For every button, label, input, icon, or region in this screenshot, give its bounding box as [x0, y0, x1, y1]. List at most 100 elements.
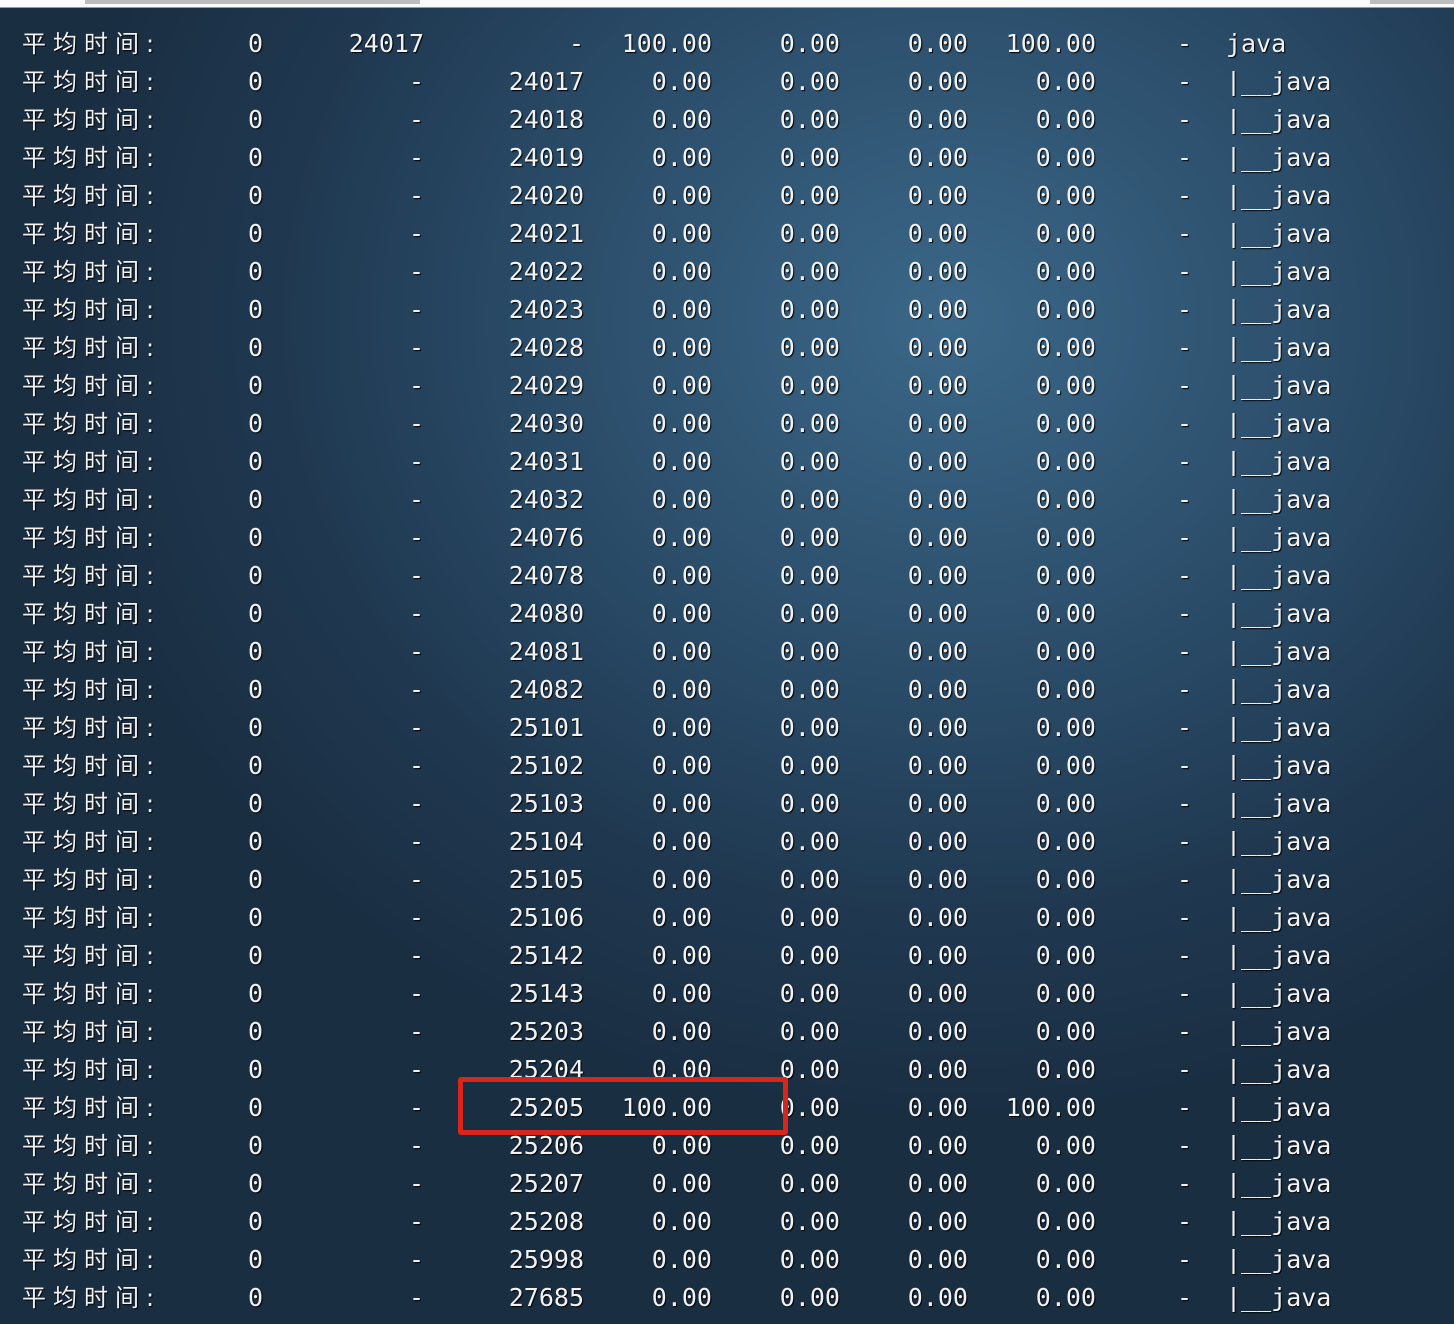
uid-cell: 0: [247, 67, 263, 96]
guest-pct-cell: 0.00: [907, 219, 968, 248]
guest-pct-cell: 0.00: [907, 751, 968, 780]
tid-cell: 25103: [508, 789, 584, 818]
cpu-cell: -: [1176, 523, 1192, 552]
guest-pct-cell: 0.00: [907, 371, 968, 400]
table-row: 平均时间: 0 - 25105 0.00 0.00 0.00 0.00 - |__java: [0, 861, 1454, 899]
tgid-cell: -: [408, 1169, 424, 1198]
tgid-cell: -: [408, 903, 424, 932]
system-pct-cell: 0.00: [779, 713, 840, 742]
time-label-cell: 平均时间:: [22, 752, 162, 780]
usr-pct-cell: 0.00: [651, 1283, 712, 1312]
usr-pct-cell: 0.00: [651, 979, 712, 1008]
command-cell: |__java: [1226, 1093, 1332, 1122]
command-cell: |__java: [1226, 599, 1332, 628]
tgid-cell: -: [408, 865, 424, 894]
uid-cell: 0: [247, 1093, 263, 1122]
table-row: 平均时间: 0 - 24029 0.00 0.00 0.00 0.00 - |__java: [0, 367, 1454, 405]
cpu-cell: -: [1176, 371, 1192, 400]
time-label-cell: 平均时间:: [22, 68, 162, 96]
cpu-cell: -: [1176, 295, 1192, 324]
tgid-cell: -: [408, 789, 424, 818]
time-label-cell: 平均时间:: [22, 372, 162, 400]
tid-cell: 25203: [508, 1017, 584, 1046]
tgid-cell: -: [408, 523, 424, 552]
system-pct-cell: 0.00: [779, 1131, 840, 1160]
command-cell: |__java: [1226, 447, 1332, 476]
table-row: 平均时间: 0 - 24032 0.00 0.00 0.00 0.00 - |__java: [0, 481, 1454, 519]
time-label-cell: 平均时间:: [22, 106, 162, 134]
tid-cell: 25105: [508, 865, 584, 894]
cpu-cell: -: [1176, 219, 1192, 248]
tid-cell: 24021: [508, 219, 584, 248]
uid-cell: 0: [247, 485, 263, 514]
cpu-pct-cell: 0.00: [1035, 409, 1096, 438]
usr-pct-cell: 0.00: [651, 865, 712, 894]
cpu-cell: -: [1176, 333, 1192, 362]
table-row: 平均时间: 0 - 24021 0.00 0.00 0.00 0.00 - |__java: [0, 215, 1454, 253]
system-pct-cell: 0.00: [779, 257, 840, 286]
time-label-cell: 平均时间:: [22, 524, 162, 552]
usr-pct-cell: 0.00: [651, 333, 712, 362]
tgid-cell: -: [408, 713, 424, 742]
time-label-cell: 平均时间:: [22, 296, 162, 324]
uid-cell: 0: [247, 979, 263, 1008]
guest-pct-cell: 0.00: [907, 1093, 968, 1122]
tid-cell: 24082: [508, 675, 584, 704]
uid-cell: 0: [247, 1207, 263, 1236]
time-label-cell: 平均时间:: [22, 638, 162, 666]
table-row: 平均时间: 0 - 25101 0.00 0.00 0.00 0.00 - |__java: [0, 709, 1454, 747]
tgid-cell: -: [408, 181, 424, 210]
tab-strip-segment: [85, 0, 420, 4]
cpu-pct-cell: 0.00: [1035, 561, 1096, 590]
cpu-pct-cell: 0.00: [1035, 1055, 1096, 1084]
cpu-pct-cell: 0.00: [1035, 675, 1096, 704]
time-label-cell: 平均时间:: [22, 828, 162, 856]
tgid-cell: -: [408, 485, 424, 514]
guest-pct-cell: 0.00: [907, 941, 968, 970]
tgid-cell: -: [408, 561, 424, 590]
guest-pct-cell: 0.00: [907, 485, 968, 514]
tgid-cell: -: [408, 295, 424, 324]
usr-pct-cell: 0.00: [651, 143, 712, 172]
system-pct-cell: 0.00: [779, 979, 840, 1008]
usr-pct-cell: 0.00: [651, 257, 712, 286]
time-label-cell: 平均时间:: [22, 866, 162, 894]
guest-pct-cell: 0.00: [907, 789, 968, 818]
table-row: 平均时间: 0 - 24076 0.00 0.00 0.00 0.00 - |__java: [0, 519, 1454, 557]
guest-pct-cell: 0.00: [907, 979, 968, 1008]
time-label-cell: 平均时间:: [22, 1056, 162, 1084]
cpu-pct-cell: 0.00: [1035, 713, 1096, 742]
uid-cell: 0: [247, 1017, 263, 1046]
usr-pct-cell: 100.00: [621, 29, 712, 58]
window-top-bar: [0, 0, 1454, 8]
table-row: 平均时间: 0 - 25104 0.00 0.00 0.00 0.00 - |__java: [0, 823, 1454, 861]
tid-cell: 24031: [508, 447, 584, 476]
cpu-pct-cell: 0.00: [1035, 1283, 1096, 1312]
system-pct-cell: 0.00: [779, 637, 840, 666]
guest-pct-cell: 0.00: [907, 181, 968, 210]
system-pct-cell: 0.00: [779, 1055, 840, 1084]
guest-pct-cell: 0.00: [907, 599, 968, 628]
guest-pct-cell: 0.00: [907, 1131, 968, 1160]
time-label-cell: 平均时间:: [22, 1132, 162, 1160]
cpu-cell: -: [1176, 827, 1192, 856]
tid-cell: 24032: [508, 485, 584, 514]
tgid-cell: -: [408, 1017, 424, 1046]
system-pct-cell: 0.00: [779, 143, 840, 172]
command-cell: |__java: [1226, 751, 1332, 780]
command-cell: |__java: [1226, 523, 1332, 552]
table-row: 平均时间: 0 - 24081 0.00 0.00 0.00 0.00 - |__java: [0, 633, 1454, 671]
command-cell: |__java: [1226, 1283, 1332, 1312]
guest-pct-cell: 0.00: [907, 637, 968, 666]
guest-pct-cell: 0.00: [907, 675, 968, 704]
guest-pct-cell: 0.00: [907, 67, 968, 96]
guest-pct-cell: 0.00: [907, 713, 968, 742]
command-cell: |__java: [1226, 219, 1332, 248]
usr-pct-cell: 0.00: [651, 561, 712, 590]
usr-pct-cell: 0.00: [651, 523, 712, 552]
uid-cell: 0: [247, 523, 263, 552]
usr-pct-cell: 0.00: [651, 637, 712, 666]
table-row: 平均时间: 0 - 24080 0.00 0.00 0.00 0.00 - |__java: [0, 595, 1454, 633]
tgid-cell: 24017: [348, 29, 424, 58]
cpu-cell: -: [1176, 1017, 1192, 1046]
